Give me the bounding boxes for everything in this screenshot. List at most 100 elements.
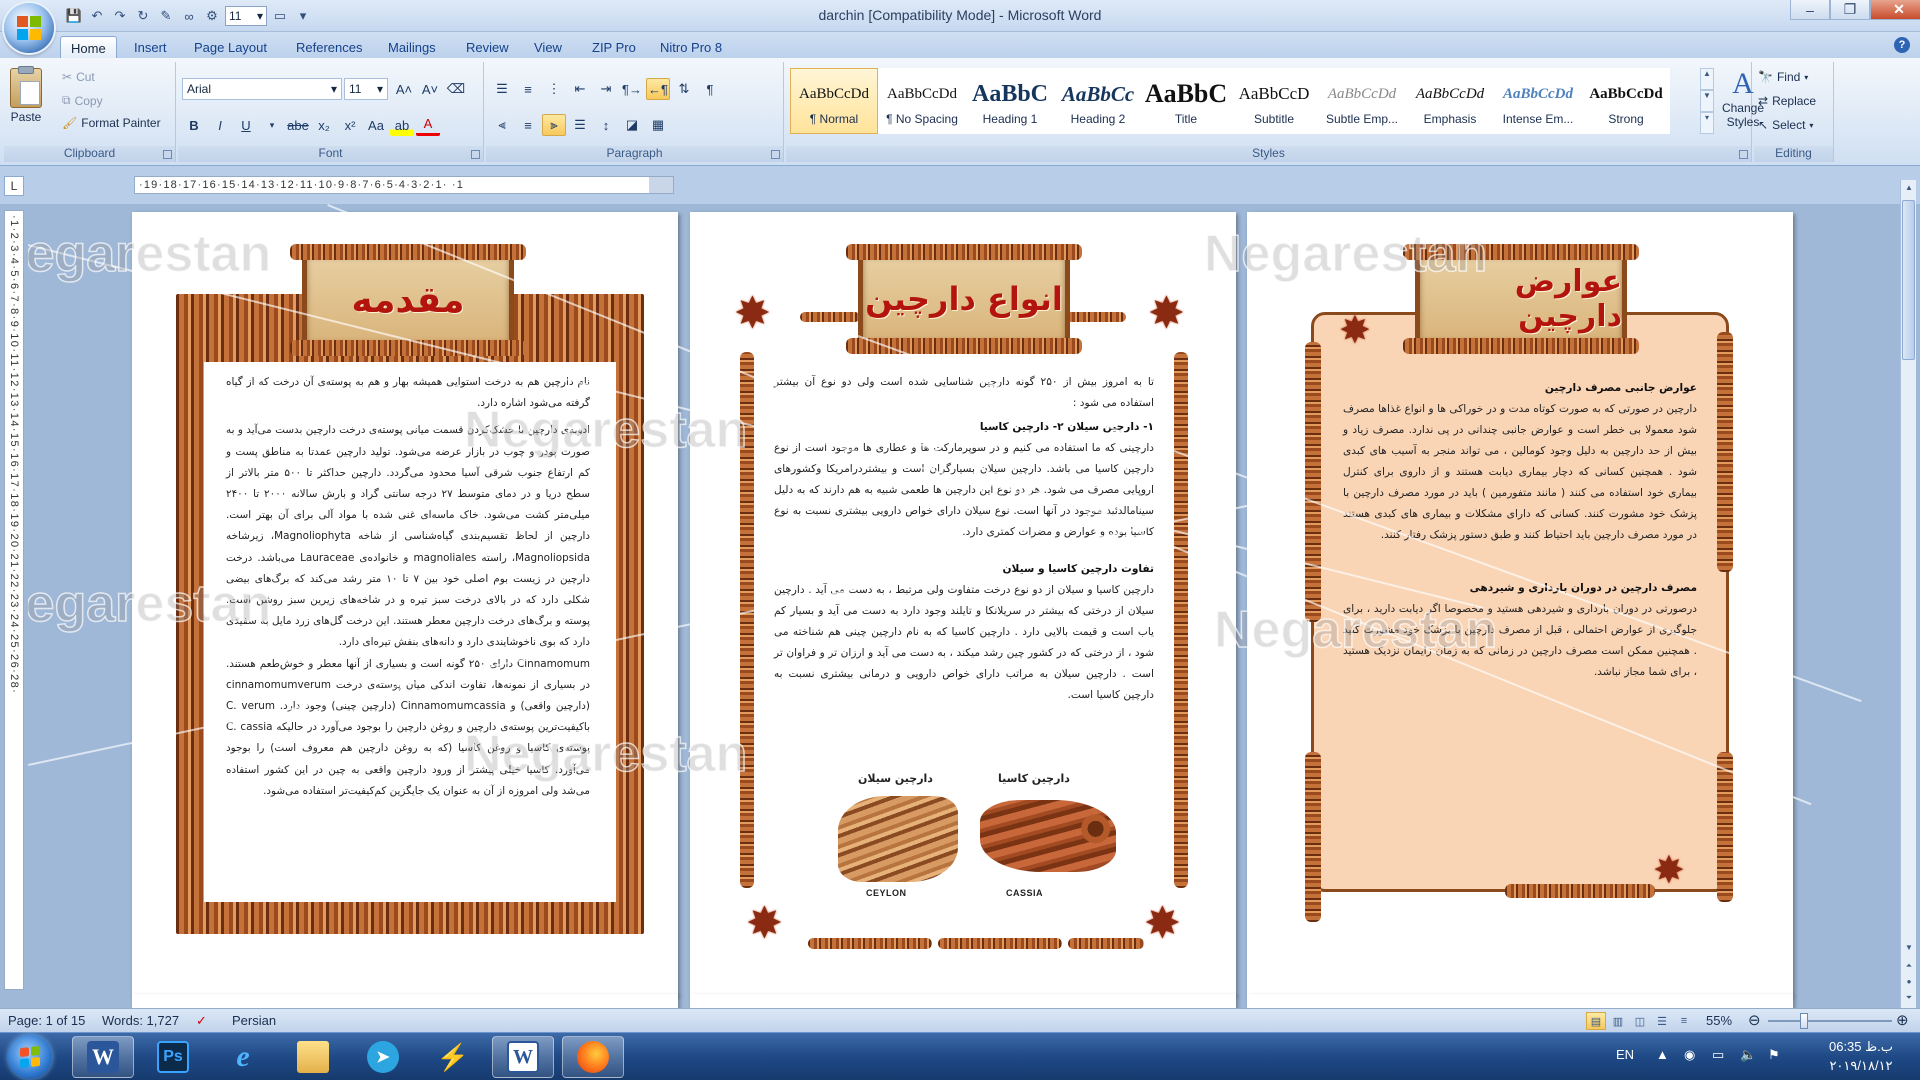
line-spacing-icon[interactable]: ↕: [594, 114, 618, 136]
scroll-down-icon[interactable]: ▼: [1901, 940, 1917, 956]
tab-mailings[interactable]: Mailings: [378, 36, 446, 58]
tab-home[interactable]: Home: [60, 36, 117, 58]
taskbar-photoshop[interactable]: Ps: [142, 1036, 204, 1078]
redo-icon[interactable]: ↷: [110, 6, 130, 26]
scroll-up-icon[interactable]: ▲: [1901, 180, 1917, 196]
superscript-icon[interactable]: x²: [338, 114, 362, 136]
zoom-slider-thumb[interactable]: [1800, 1013, 1808, 1029]
scroll-thumb[interactable]: [1902, 200, 1915, 360]
style-heading-2[interactable]: AaBbCc Heading 2: [1054, 68, 1142, 134]
next-page-icon[interactable]: ⏷: [1901, 990, 1917, 1006]
format-painter-button[interactable]: 🖌 Format Painter: [62, 116, 161, 130]
action-center-icon[interactable]: ⚑: [1768, 1047, 1780, 1063]
show-formatting-icon[interactable]: ¶: [698, 78, 722, 100]
proofing-icon[interactable]: ✓: [196, 1013, 207, 1029]
underline-dropdown-icon[interactable]: ▾: [260, 114, 284, 136]
zoom-slider[interactable]: [1768, 1020, 1892, 1022]
shrink-font-icon[interactable]: A˅: [418, 78, 442, 100]
style-emphasis[interactable]: AaBbCcDd Emphasis: [1406, 68, 1494, 134]
italic-icon[interactable]: I: [208, 114, 232, 136]
tab-nitro-pro[interactable]: Nitro Pro 8: [650, 36, 732, 58]
show-hidden-icons-icon[interactable]: ▲: [1656, 1047, 1669, 1062]
tab-selector[interactable]: L: [4, 176, 24, 196]
gallery-more-icon[interactable]: ▾: [1700, 112, 1714, 134]
tab-insert[interactable]: Insert: [124, 36, 177, 58]
print-layout-icon[interactable]: ▤: [1586, 1012, 1606, 1030]
minimize-button[interactable]: –: [1790, 0, 1830, 20]
subscript-icon[interactable]: x₂: [312, 114, 336, 136]
office-button[interactable]: [4, 3, 54, 53]
volume-icon[interactable]: 🔈: [1740, 1047, 1756, 1063]
paste-button[interactable]: Paste: [10, 66, 42, 124]
align-right-icon[interactable]: ⫸: [542, 114, 566, 136]
style-title[interactable]: AaBbC Title: [1142, 68, 1230, 134]
gallery-up-icon[interactable]: ▲: [1700, 68, 1714, 90]
bullets-icon[interactable]: ☰: [490, 78, 514, 100]
page-introduction[interactable]: مقدمه نام دارچین هم به درخت استوایی همیش…: [132, 212, 678, 996]
numbering-icon[interactable]: ≡: [516, 78, 540, 100]
copy-button[interactable]: ⧉ Copy: [62, 93, 103, 108]
page-count[interactable]: Page: 1 of 15: [8, 1013, 85, 1028]
font-size-combo[interactable]: 11 ▾: [344, 78, 388, 100]
zoom-level[interactable]: 55%: [1706, 1013, 1732, 1028]
undo-icon[interactable]: ↶: [87, 6, 107, 26]
browse-object-icon[interactable]: ●: [1901, 974, 1917, 990]
tab-references[interactable]: References: [286, 36, 372, 58]
taskbar-word[interactable]: W: [72, 1036, 134, 1078]
link-icon[interactable]: ∞: [179, 6, 199, 26]
multilevel-list-icon[interactable]: ⋮: [542, 78, 566, 100]
find-button[interactable]: 🔭 Find ▾: [1758, 70, 1808, 84]
horizontal-ruler[interactable]: ·19·18·17·16·15·14·13·12·11·10·9·8·7·6·5…: [134, 176, 674, 194]
taskbar-file-explorer[interactable]: [282, 1036, 344, 1078]
repeat-icon[interactable]: ↻: [133, 6, 153, 26]
clipboard-launcher-icon[interactable]: [163, 150, 172, 159]
taskbar-telegram[interactable]: ➤: [352, 1036, 414, 1078]
close-button[interactable]: ✕: [1870, 0, 1920, 20]
vertical-ruler[interactable]: ·1·2·3·4·5·6·7·8·9·10·11·12·13·14·15·16·…: [4, 210, 24, 990]
style-normal[interactable]: AaBbCcDd ¶ Normal: [790, 68, 878, 134]
zoom-out-icon[interactable]: ⊖: [1748, 1011, 1761, 1029]
style-intense-emphasis[interactable]: AaBbCcDd Intense Em...: [1494, 68, 1582, 134]
style-subtle-emphasis[interactable]: AaBbCcDd Subtle Emp...: [1318, 68, 1406, 134]
font-name-combo[interactable]: Arial ▾: [182, 78, 342, 100]
taskbar-word-document[interactable]: W: [492, 1036, 554, 1078]
style-heading-1[interactable]: AaBbC Heading 1: [966, 68, 1054, 134]
cut-button[interactable]: ✂ Cut: [62, 70, 95, 84]
align-left-icon[interactable]: ⫷: [490, 114, 514, 136]
paragraph-launcher-icon[interactable]: [771, 150, 780, 159]
styles-gallery-scroll[interactable]: ▲ ▼ ▾: [1700, 68, 1714, 134]
outline-icon[interactable]: ☰: [1652, 1012, 1672, 1030]
maximize-button[interactable]: ❐: [1830, 0, 1870, 20]
highlight-icon[interactable]: ✎: [156, 6, 176, 26]
tab-zip-pro[interactable]: ZIP Pro: [582, 36, 646, 58]
input-language[interactable]: EN: [1616, 1047, 1634, 1062]
font-launcher-icon[interactable]: [471, 150, 480, 159]
align-center-icon[interactable]: ≡: [516, 114, 540, 136]
system-clock[interactable]: 06:35 ب.ظ ۲۰۱۹/۱۸/۱۲: [1816, 1037, 1906, 1075]
save-icon[interactable]: 💾: [64, 6, 84, 26]
start-button[interactable]: [8, 1035, 52, 1079]
page-icon[interactable]: ▭: [270, 6, 290, 26]
taskbar-internet-explorer[interactable]: e: [212, 1036, 274, 1078]
network-status-icon[interactable]: ◉: [1684, 1047, 1695, 1063]
justify-icon[interactable]: ☰: [568, 114, 592, 136]
underline-icon[interactable]: U: [234, 114, 258, 136]
replace-button[interactable]: ⇄ Replace: [1758, 94, 1816, 108]
style-strong[interactable]: AaBbCcDd Strong: [1582, 68, 1670, 134]
ltr-icon[interactable]: ¶→: [620, 78, 644, 100]
styles-launcher-icon[interactable]: [1739, 150, 1748, 159]
page-side-effects[interactable]: ✸ ✸ عوارض دارچین عوارض جانبی مصرف دارچین…: [1247, 212, 1793, 996]
style-no-spacing[interactable]: AaBbCcDd ¶ No Spacing: [878, 68, 966, 134]
bold-icon[interactable]: B: [182, 114, 206, 136]
zoom-in-icon[interactable]: ⊕: [1896, 1011, 1909, 1029]
tab-review[interactable]: Review: [456, 36, 519, 58]
decrease-indent-icon[interactable]: ⇤: [568, 78, 592, 100]
tab-page-layout[interactable]: Page Layout: [184, 36, 277, 58]
qat-font-size-combo[interactable]: 11 ▾: [225, 6, 267, 26]
format-icon[interactable]: ⚙: [202, 6, 222, 26]
page-types[interactable]: ✸ ✸ ✸ ✸ انواع دارچین تا به امروز بیش از …: [690, 212, 1236, 996]
vertical-scrollbar[interactable]: ▲ ▼ ⏶ ● ⏷: [1900, 180, 1916, 1008]
strikethrough-icon[interactable]: abe: [286, 114, 310, 136]
qat-customize-icon[interactable]: ▾: [293, 6, 313, 26]
select-button[interactable]: ↖ Select ▾: [1758, 118, 1813, 132]
